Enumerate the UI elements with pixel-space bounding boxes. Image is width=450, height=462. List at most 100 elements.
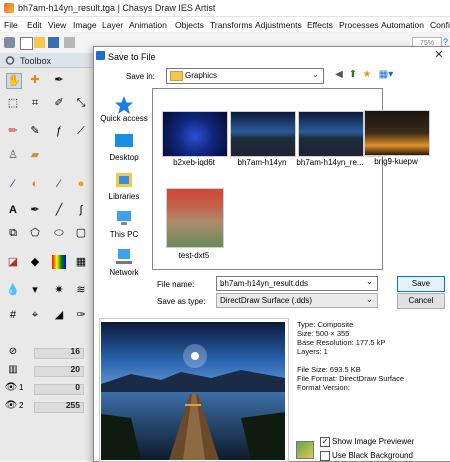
menu-effects[interactable]: Effects <box>307 20 333 30</box>
opacity1-slider[interactable]: 👁 1 0 <box>4 382 84 395</box>
file-name[interactable]: brig9-kuepw <box>358 157 434 166</box>
settings-icon[interactable] <box>4 37 15 48</box>
airbrush-icon[interactable]: ⁄ <box>6 177 20 191</box>
menu-automation[interactable]: Automation <box>381 20 424 30</box>
place-quick-access[interactable]: Quick access <box>100 114 148 123</box>
pen-icon[interactable]: ✒ <box>28 203 42 217</box>
menu-edit[interactable]: Edit <box>27 20 42 30</box>
fill-icon[interactable]: ◪ <box>6 255 20 269</box>
show-previewer-checkbox[interactable]: ✓ <box>320 437 330 447</box>
chevron-down-icon[interactable]: ⌄ <box>366 277 373 286</box>
save-button[interactable]: Save <box>397 276 445 292</box>
sparkle-icon[interactable]: ✷ <box>52 283 66 297</box>
bucket-icon[interactable]: ◆ <box>28 255 42 269</box>
grid-icon[interactable]: # <box>6 308 20 322</box>
layers-icon[interactable]: ▦ <box>74 255 88 269</box>
place-this-pc[interactable]: This PC <box>100 230 148 239</box>
menu-animation[interactable]: Animation <box>129 20 167 30</box>
open-folder-icon[interactable] <box>34 37 45 48</box>
drop-icon[interactable]: 💧 <box>6 283 20 297</box>
move-tool-icon[interactable]: ✚ <box>28 73 42 87</box>
file-thumb[interactable] <box>230 111 296 157</box>
sphere-icon[interactable]: ● <box>74 177 88 191</box>
menu-image[interactable]: Image <box>73 20 97 30</box>
dialog-title: Save to File <box>108 52 156 62</box>
menu-config[interactable]: Confi <box>430 20 450 30</box>
text-tool-icon[interactable]: A <box>6 203 20 217</box>
opacity2-slider[interactable]: 👁 2 255 <box>4 400 84 413</box>
polygon-icon[interactable]: ⬠ <box>28 226 42 240</box>
file-name-label: File name: <box>157 280 195 289</box>
file-thumb[interactable] <box>364 110 430 156</box>
smear-icon[interactable]: ✑ <box>74 308 88 322</box>
print-icon[interactable] <box>64 37 75 48</box>
rectangle-icon[interactable]: ▢ <box>74 226 88 240</box>
file-thumb[interactable] <box>162 111 228 157</box>
opacity2-value: 255 <box>65 400 80 410</box>
density-slider[interactable]: ▥ 20 <box>4 364 84 377</box>
menu-layer[interactable]: Layer <box>102 20 123 30</box>
place-desktop[interactable]: Desktop <box>100 153 148 162</box>
eraser-icon[interactable]: ▰ <box>28 148 42 162</box>
window-title: bh7am-h14yn_result.tga | Chasys Draw IES… <box>18 3 216 13</box>
clone-icon[interactable]: ◢ <box>52 308 66 322</box>
view-menu-icon[interactable]: ▦▾ <box>377 69 395 81</box>
warp-icon[interactable]: ⌖ <box>28 308 42 322</box>
pointer-tool-icon[interactable]: ✋ <box>6 73 22 89</box>
transform-icon[interactable]: ⤡ <box>74 96 88 110</box>
crop-icon[interactable]: ⌗ <box>28 96 42 110</box>
menu-objects[interactable]: Objects <box>175 20 204 30</box>
save-icon[interactable] <box>48 37 59 48</box>
file-thumb[interactable] <box>166 188 224 248</box>
up-folder-icon[interactable]: ⬆ <box>347 69 359 81</box>
save-in-label: Save in: <box>126 72 155 81</box>
place-libraries[interactable]: Libraries <box>100 192 148 201</box>
chevron-down-icon[interactable]: ⌄ <box>366 295 373 304</box>
info-size: Size: 500 × 355 <box>297 329 350 338</box>
sharpen-icon[interactable]: ▾ <box>28 283 42 297</box>
file-thumb[interactable] <box>298 111 364 157</box>
line-brush-icon[interactable]: ⟋ <box>74 124 88 138</box>
pencil-icon[interactable]: ✏ <box>6 124 20 138</box>
back-icon[interactable]: ◀ <box>333 69 345 81</box>
smudge-icon[interactable]: ◐ <box>28 177 42 191</box>
file-name[interactable]: bh7am-h14yn_re... <box>292 158 368 167</box>
line-icon[interactable]: ╱ <box>52 203 66 217</box>
chevron-down-icon[interactable]: ⌄ <box>312 70 319 79</box>
cancel-button[interactable]: Cancel <box>397 293 445 309</box>
fx-brush-icon[interactable]: ƒ <box>52 124 66 138</box>
file-name[interactable]: b2xeb-iqd6t <box>156 158 232 167</box>
menu-transforms[interactable]: Transforms <box>210 20 253 30</box>
menu-view[interactable]: View <box>48 20 66 30</box>
stamp-icon[interactable]: ♙ <box>6 148 20 162</box>
save-as-type-value[interactable]: DirectDraw Surface (.dds) <box>220 296 312 305</box>
blur-icon[interactable]: ⁄ <box>52 177 66 191</box>
computer-icon <box>117 211 131 225</box>
file-name-value[interactable]: bh7am-h14yn_result.dds <box>220 279 308 288</box>
shape-icon[interactable]: ⧉ <box>6 226 20 240</box>
menu-adjustments[interactable]: Adjustments <box>255 20 302 30</box>
new-file-icon[interactable] <box>20 37 33 50</box>
eye-icon: 👁 <box>4 400 18 411</box>
wave-icon[interactable]: ≋ <box>74 283 88 297</box>
brush-icon[interactable]: ✎ <box>28 124 42 138</box>
palette-icon[interactable] <box>52 255 66 269</box>
place-network[interactable]: Network <box>100 268 148 277</box>
curve-icon[interactable]: ∫ <box>74 203 88 217</box>
info-file-size: File Size: 693.5 KB <box>297 365 361 374</box>
info-layers: Layers: 1 <box>297 347 328 356</box>
menu-file[interactable]: File <box>4 20 18 30</box>
file-name[interactable]: test-dxt5 <box>156 251 232 260</box>
eyedropper-icon[interactable]: ✒ <box>52 73 66 87</box>
show-previewer-label: Show Image Previewer <box>332 437 415 446</box>
cylinder-icon[interactable]: ⬭ <box>52 226 66 240</box>
picker-icon[interactable]: ✐ <box>52 96 66 110</box>
selection-icon[interactable]: ⬚ <box>6 96 20 110</box>
new-folder-icon[interactable]: ★ <box>361 69 373 81</box>
menu-processes[interactable]: Processes <box>339 20 379 30</box>
close-icon[interactable]: ✕ <box>432 49 446 61</box>
file-name[interactable]: bh7am-h14yn <box>224 158 300 167</box>
file-list[interactable]: b2xeb-iqd6t bh7am-h14yn bh7am-h14yn_re..… <box>152 88 383 270</box>
save-in-value: Graphics <box>185 71 218 80</box>
size-slider[interactable]: ⊘ 16 <box>4 346 84 359</box>
